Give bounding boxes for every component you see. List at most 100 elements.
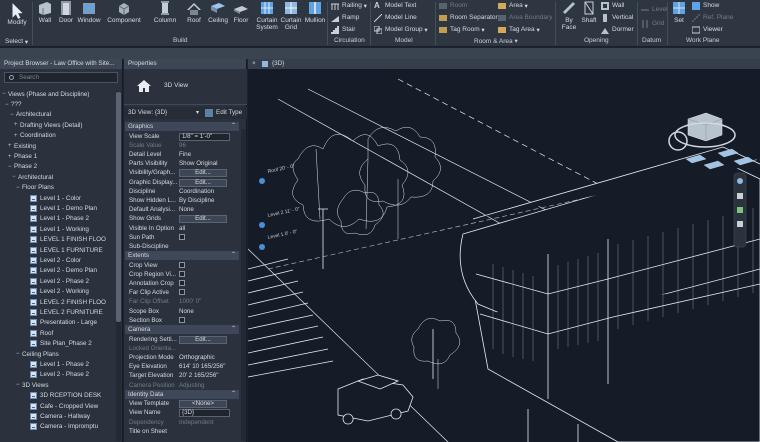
build-panel-label: Build (173, 37, 188, 44)
tree-item[interactable]: − Architectural (10, 110, 51, 120)
checkbox[interactable] (179, 261, 185, 268)
area-boundary-button[interactable]: Area Boundary (498, 12, 552, 23)
ceiling-button[interactable]: Ceiling (207, 0, 229, 24)
section-graphics[interactable]: Graphics ⌃ (125, 122, 239, 131)
dormer-button[interactable]: Dormer (601, 24, 634, 35)
tree-item[interactable]: − Architectural (12, 172, 53, 182)
property-field[interactable]: {3D} (179, 409, 230, 418)
railing-button[interactable]: Railing ▾ (331, 0, 367, 11)
dormer-icon (601, 27, 609, 34)
type-selector[interactable]: 3D View: {3D} ▾ Edit Type (124, 107, 247, 119)
checkbox[interactable] (179, 289, 185, 296)
tree-item[interactable]: LEVEL 2 FURNITURE (24, 307, 103, 317)
edit-button[interactable]: <None> (179, 400, 227, 409)
section-identity[interactable]: Identity Data ⌃ (125, 389, 239, 399)
checkbox[interactable] (179, 280, 185, 286)
room-separator-button[interactable]: Room Separator (439, 12, 498, 23)
property-field[interactable]: 1/8" = 1'-0" (179, 132, 230, 141)
component-button[interactable]: Component (107, 0, 141, 24)
tree-item[interactable]: LEVEL 1 FURNITURE (24, 245, 103, 255)
edit-button[interactable]: Edit... (179, 335, 227, 344)
shaft-button[interactable]: Shaft (580, 0, 598, 24)
checkbox[interactable] (179, 233, 185, 240)
select-dropdown[interactable]: Select ▾ (5, 36, 28, 47)
tree-item[interactable]: Site Plan_Phase 2 (24, 339, 92, 349)
viewcube[interactable] (668, 112, 736, 151)
ramp-button[interactable]: Ramp (331, 12, 359, 23)
window-button[interactable]: Window (77, 0, 101, 24)
tree-item[interactable]: LEVEL 2 FINISH FLOO (24, 297, 106, 307)
tree-item[interactable]: + Phase 1 (8, 151, 37, 161)
mullion-button[interactable]: Mullion (304, 0, 326, 24)
tree-item[interactable]: Presentation - Large (24, 318, 97, 328)
search-input[interactable]: Search (4, 72, 118, 83)
view-tab[interactable]: × {3D} (248, 59, 760, 69)
tree-item[interactable]: − Views (Phase and Discipline) (2, 89, 89, 99)
model-text-button[interactable]: A Model Text (374, 0, 416, 11)
tree-item[interactable]: Level 1 - Demo Plan (24, 203, 97, 213)
wall-opening-button[interactable]: Wall (601, 0, 624, 11)
curtain-system-button[interactable]: Curtain System (254, 0, 280, 31)
checkbox[interactable] (179, 270, 185, 277)
floor-button[interactable]: Floor (232, 0, 250, 24)
tree-item[interactable]: + Coordination (14, 131, 56, 141)
roof-button[interactable]: Roof (184, 0, 204, 24)
section-camera[interactable]: Camera ⌃ (125, 325, 239, 334)
section-extents[interactable]: Extents ⌃ (125, 251, 239, 261)
room-separator-icon (439, 14, 447, 21)
tree-item[interactable]: + Drafting Views (Detail) (14, 120, 83, 130)
property-name: Crop View (129, 261, 158, 269)
tag-area-button[interactable]: Tag Area ▾ (498, 24, 540, 35)
show-work-plane-button[interactable]: Show (692, 0, 719, 11)
area-button[interactable]: Area ▾ (498, 0, 528, 11)
tree-item[interactable]: Camera - Impromptu (24, 422, 98, 432)
edit-button[interactable]: Edit... (179, 178, 227, 187)
tree-item[interactable]: Roof (24, 328, 53, 338)
grid-button[interactable]: Grid (641, 18, 664, 29)
tree-item[interactable]: + Existing (8, 141, 36, 151)
by-face-button[interactable]: By Face (558, 0, 580, 31)
tree-item[interactable]: Level 2 - Demo Plan (24, 266, 97, 276)
model-group-button[interactable]: Model Group ▾ (374, 24, 428, 35)
tree-item[interactable]: Cafe - Cropped View (24, 401, 98, 411)
tree-item[interactable]: Level 1 - Phase 2 (24, 359, 89, 369)
model-line-button[interactable]: Model Line (374, 12, 417, 23)
tree-item[interactable]: − Phase 2 (8, 162, 37, 172)
checkbox[interactable] (179, 316, 185, 323)
tree-item[interactable]: Level 2 - Working (24, 287, 89, 297)
edit-button[interactable]: Edit... (179, 169, 227, 178)
browser-scroll-thumb[interactable] (116, 92, 121, 322)
tree-item[interactable]: Level 2 - Color (24, 255, 81, 265)
viewer-button[interactable]: Viewer (692, 24, 723, 35)
tree-item[interactable]: Level 2 - Phase 2 (24, 370, 89, 380)
edit-type-button[interactable]: Edit Type (216, 107, 242, 119)
wall-button[interactable]: Wall (35, 0, 55, 24)
stair-button[interactable]: Stair (331, 24, 355, 35)
room-button[interactable]: Room (439, 0, 467, 11)
curtain-grid-button[interactable]: Curtain Grid (280, 0, 302, 31)
tree-item[interactable]: Camera - Hallway (24, 411, 90, 421)
3d-view-canvas[interactable]: × {3D} Roof 20' - 0" Level 2 11' - 0" Le… (248, 59, 760, 442)
set-button[interactable]: Set (670, 0, 688, 24)
modify-button[interactable]: Modify (4, 0, 30, 26)
door-button[interactable]: Door (57, 0, 75, 24)
tree-item[interactable]: Level 2 - Phase 2 (24, 276, 89, 286)
properties-scrollbar[interactable] (241, 129, 246, 441)
tree-item[interactable]: − Ceiling Plans (16, 349, 59, 359)
tree-item[interactable]: − Floor Plans (16, 183, 54, 193)
level-button[interactable]: Level (641, 4, 668, 15)
tree-item[interactable]: −??? (5, 99, 22, 109)
tree-item[interactable]: Level 1 - Working (24, 224, 89, 234)
tree-item[interactable]: −3D Views (16, 380, 48, 390)
column-button[interactable]: Column (152, 0, 178, 24)
tree-item[interactable]: LEVEL 1 FINISH FLOO (24, 235, 106, 245)
tree-item[interactable]: Level 1 - Phase 2 (24, 214, 89, 224)
tree-item[interactable]: 3D RCEPTION DESK (24, 391, 101, 401)
vertical-opening-button[interactable]: Vertical (601, 12, 633, 23)
tag-room-button[interactable]: Tag Room ▾ (439, 24, 485, 35)
ref-plane-button[interactable]: Ref. Plane (692, 12, 733, 23)
tree-item[interactable]: Level 1 - Color (24, 193, 81, 203)
navigation-bar[interactable] (733, 172, 747, 248)
edit-type-icon (205, 109, 213, 117)
edit-button[interactable]: Edit... (179, 215, 227, 224)
